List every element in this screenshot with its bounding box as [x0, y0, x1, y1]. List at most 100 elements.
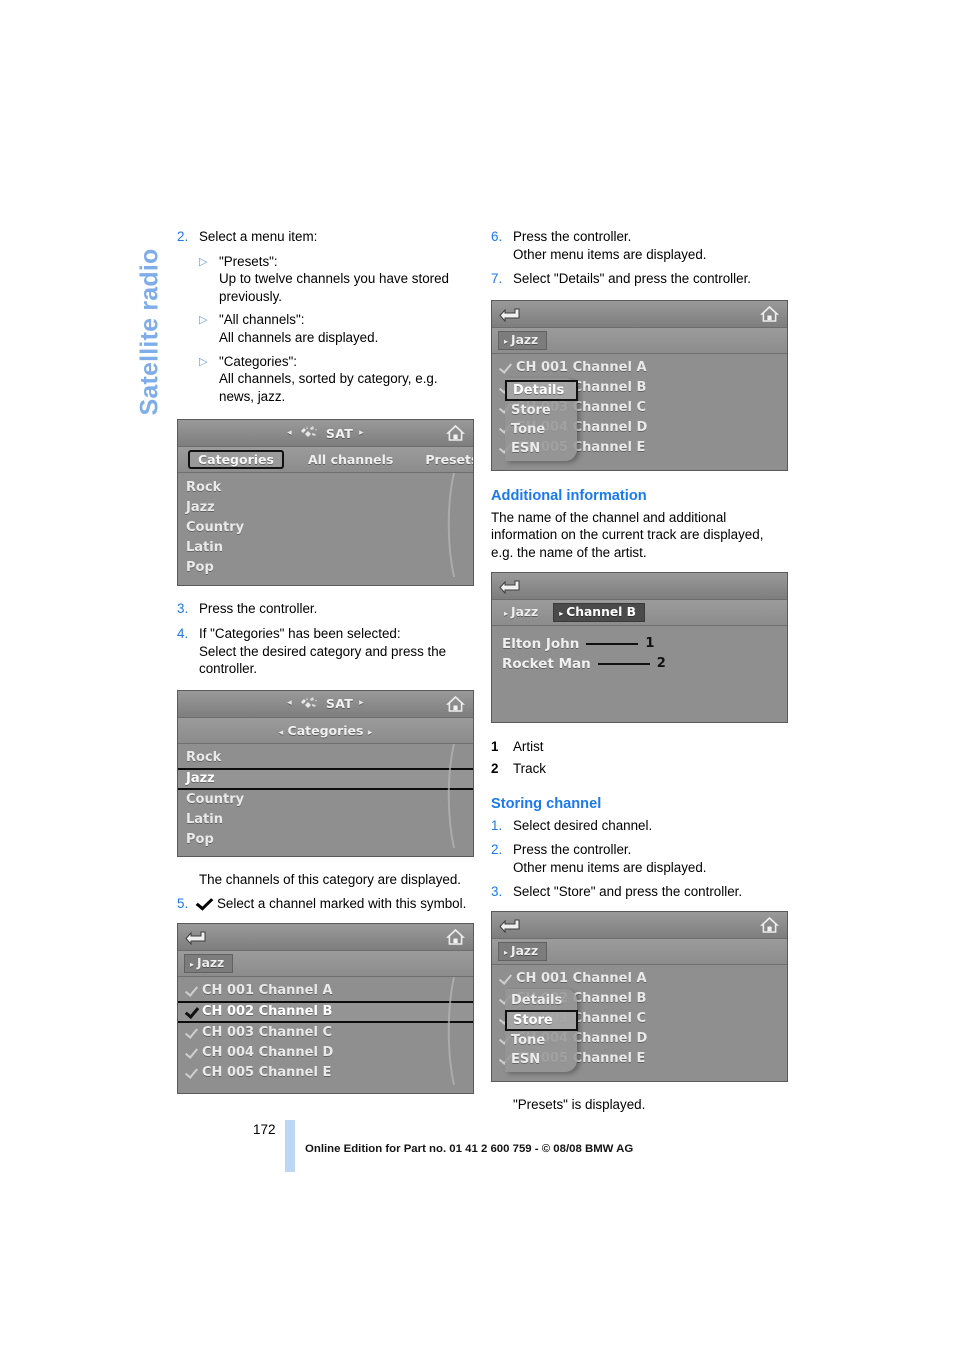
caret-icon: ▸ — [504, 336, 509, 346]
table-row[interactable]: CH 003 Channel C — [178, 1023, 473, 1043]
list-item[interactable]: Pop — [178, 830, 473, 850]
bullet-presets-title: "Presets": — [219, 253, 278, 269]
menu-item-tone[interactable]: Tone — [505, 1031, 577, 1050]
table-row[interactable]: CH 005 Channel E — [178, 1063, 473, 1083]
legend-artist-number: 1 — [491, 738, 499, 754]
list-item[interactable]: Latin — [178, 810, 473, 830]
legend-artist: 1 Artist — [491, 737, 788, 757]
check-icon — [186, 1005, 202, 1019]
storing-step-3: 3. Select "Store" and press the controll… — [491, 883, 788, 901]
storing-step-2-line2: Other menu items are displayed. — [513, 859, 707, 875]
home-icon[interactable] — [445, 928, 466, 946]
channel-label: CH 001 Channel A — [202, 983, 333, 999]
step-6-number: 6. — [491, 229, 503, 244]
leader-line — [597, 662, 650, 665]
breadcrumb-label: Jazz — [197, 955, 225, 970]
sat-title-group: ◂ SAT ▸ — [287, 696, 364, 712]
table-row[interactable]: CH 001 Channel A — [178, 981, 473, 1001]
nav-topbar — [492, 300, 787, 328]
tab-presets[interactable]: Presets — [417, 450, 473, 469]
bullet-categories-desc: All channels, sorted by category, e.g. n… — [219, 371, 438, 404]
step-7: 7. Select "Details" and press the contro… — [491, 270, 788, 288]
table-row[interactable]: CH 001 Channel A — [492, 358, 787, 378]
triangle-bullet-icon: ▷ — [199, 314, 208, 327]
list-item[interactable]: Rock — [178, 477, 473, 497]
menu-item-store[interactable]: Store — [505, 401, 577, 420]
list-item-selected[interactable]: Jazz — [178, 767, 473, 790]
table-row-selected[interactable]: CH 002 Channel B — [178, 1000, 473, 1023]
next-arrow-icon[interactable]: ▸ — [359, 699, 364, 708]
list-item[interactable]: Country — [178, 790, 473, 810]
step-5-text: Select a channel marked with this symbol… — [217, 896, 467, 912]
breadcrumb-categories[interactable]: ◂ Categories ▸ — [271, 721, 381, 740]
step-4-body: If "Categories" has been selected: Selec… — [199, 625, 474, 678]
breadcrumb-label: Jazz — [511, 943, 539, 958]
page-number: 172 — [253, 1122, 276, 1137]
breadcrumb-jazz[interactable]: ▸ Jazz — [184, 953, 234, 973]
list-item[interactable]: Country — [178, 517, 473, 537]
list-item[interactable]: Latin — [178, 537, 473, 557]
check-icon — [186, 1026, 202, 1040]
chapter-side-tab: Satellite radio — [128, 222, 172, 442]
back-icon[interactable] — [185, 929, 207, 946]
list-item[interactable]: Pop — [178, 557, 473, 577]
bullet-categories-title: "Categories": — [219, 353, 297, 369]
storing-step-2: 2. Press the controller. Other menu item… — [491, 841, 788, 876]
track-info-area: Elton John 1 Rocket Man 2 — [492, 625, 787, 722]
home-icon[interactable] — [445, 695, 466, 713]
back-icon[interactable] — [499, 578, 521, 594]
channel-list: CH 001 Channel A CH 002 Channel B CH 003… — [178, 976, 473, 1093]
prev-arrow-icon[interactable]: ◂ — [287, 699, 292, 708]
step-4: 4. If "Categories" has been selected: Se… — [177, 625, 474, 678]
back-icon[interactable] — [499, 917, 521, 934]
step-6-line1: Press the controller. — [513, 229, 632, 244]
screenshot-store-menu: ▸ Jazz CH 001 Channel A CH 002 Channel B … — [491, 910, 788, 1082]
back-icon[interactable] — [499, 306, 521, 323]
home-icon[interactable] — [759, 305, 780, 323]
caret-icon: ▸ — [190, 959, 195, 969]
step-5: 5. Select a channel marked with this sym… — [177, 895, 474, 913]
screenshot-details-menu: ▸ Jazz CH 001 Channel A CH 002 Channel B … — [491, 299, 788, 471]
step-6-line2: Other menu items are displayed. — [513, 246, 707, 262]
bullet-categories-body: "Categories": All channels, sorted by ca… — [219, 353, 474, 406]
table-row[interactable]: CH 004 Channel D — [178, 1043, 473, 1063]
menu-item-details[interactable]: Details — [505, 991, 577, 1010]
step-2-text: Select a menu item: — [199, 229, 318, 244]
sat-title: SAT — [325, 425, 354, 441]
breadcrumb-bar: ▸ Jazz — [492, 327, 787, 354]
menu-item-details[interactable]: Details — [505, 379, 578, 401]
note-channels-displayed: The channels of this category are displa… — [199, 871, 462, 887]
check-icon — [500, 972, 516, 986]
tab-categories[interactable]: Categories — [188, 450, 284, 470]
menu-item-store[interactable]: Store — [505, 1009, 578, 1031]
breadcrumb-jazz[interactable]: ▸ Jazz — [498, 603, 547, 622]
menu-item-esn[interactable]: ESN — [505, 439, 577, 458]
menu-item-tone[interactable]: Tone — [505, 420, 577, 439]
menu-item-esn[interactable]: ESN — [505, 1050, 577, 1069]
table-row[interactable]: CH 001 Channel A — [492, 969, 787, 989]
legend-track-label: Track — [513, 760, 546, 776]
next-arrow-icon[interactable]: ▸ — [359, 428, 364, 438]
step-3-number: 3. — [177, 601, 189, 617]
breadcrumb-bar: ◂ Categories ▸ — [178, 717, 473, 744]
breadcrumb-label: Channel B — [566, 604, 637, 619]
channel-label: CH 001 Channel A — [516, 971, 647, 987]
breadcrumb-jazz[interactable]: ▸ Jazz — [498, 330, 548, 350]
storing-step-1: 1. Select desired channel. — [491, 817, 788, 835]
breadcrumb-channel[interactable]: ▸ Channel B — [553, 602, 646, 622]
track-name: Rocket Man — [502, 655, 591, 672]
check-icon — [186, 1066, 202, 1080]
step-7-number: 7. — [491, 271, 503, 287]
list-item[interactable]: Rock — [178, 748, 473, 768]
breadcrumb-bar: ▸ Jazz ▸ Channel B — [492, 599, 787, 626]
home-icon[interactable] — [445, 424, 466, 442]
home-icon[interactable] — [759, 916, 780, 934]
channel-label: CH 001 Channel A — [516, 360, 647, 376]
tab-all-channels[interactable]: All channels — [300, 450, 401, 469]
screenshot-sat-categories: ◂ SAT ▸ Categories All channels Presets … — [177, 419, 474, 587]
breadcrumb-jazz[interactable]: ▸ Jazz — [498, 941, 548, 961]
caret-icon: ▸ — [504, 608, 509, 618]
additional-information-body: The name of the channel and additional i… — [491, 509, 764, 560]
prev-arrow-icon[interactable]: ◂ — [287, 428, 292, 438]
list-item[interactable]: Jazz — [178, 497, 473, 517]
